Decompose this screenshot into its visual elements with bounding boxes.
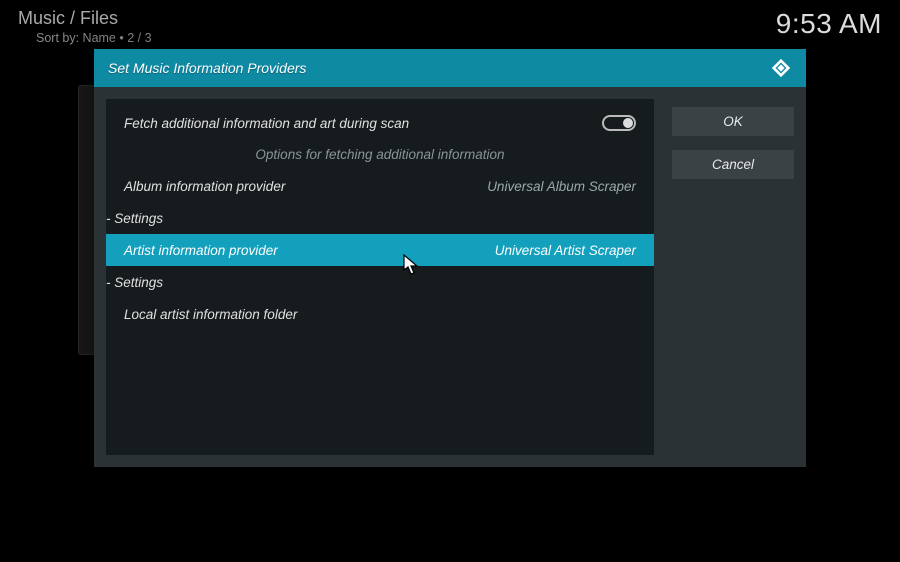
artist-provider-value: Universal Artist Scraper xyxy=(495,243,636,258)
breadcrumb: Music / Files xyxy=(18,8,152,29)
album-settings-row[interactable]: - Settings xyxy=(106,202,654,234)
album-provider-label: Album information provider xyxy=(124,179,285,194)
local-artist-folder-row[interactable]: Local artist information folder xyxy=(106,298,654,330)
ok-button[interactable]: OK xyxy=(672,107,794,136)
local-artist-folder-label: Local artist information folder xyxy=(124,307,297,322)
top-bar: Music / Files Sort by: Name • 2 / 3 9:53… xyxy=(0,0,900,45)
toggle-knob xyxy=(623,118,633,128)
settings-panel: Fetch additional information and art dur… xyxy=(106,99,654,455)
dialog-header: Set Music Information Providers xyxy=(94,49,806,87)
clock: 9:53 AM xyxy=(776,8,882,45)
kodi-logo-icon xyxy=(770,57,792,79)
cancel-button[interactable]: Cancel xyxy=(672,150,794,179)
album-provider-row[interactable]: Album information provider Universal Alb… xyxy=(106,170,654,202)
album-provider-value: Universal Album Scraper xyxy=(487,179,636,194)
fetch-during-scan-label: Fetch additional information and art dur… xyxy=(124,116,409,131)
artist-provider-label: Artist information provider xyxy=(124,243,278,258)
dialog-button-column: OK Cancel xyxy=(672,99,794,455)
fetch-during-scan-row[interactable]: Fetch additional information and art dur… xyxy=(106,99,654,139)
section-label: Options for fetching additional informat… xyxy=(106,139,654,170)
settings-dialog: Set Music Information Providers Fetch ad… xyxy=(94,49,806,467)
sort-line: Sort by: Name • 2 / 3 xyxy=(18,29,152,45)
dialog-title: Set Music Information Providers xyxy=(108,60,306,76)
fetch-toggle[interactable] xyxy=(602,115,636,131)
album-settings-label: - Settings xyxy=(106,211,163,226)
artist-settings-label: - Settings xyxy=(106,275,163,290)
artist-settings-row[interactable]: - Settings xyxy=(106,266,654,298)
artist-provider-row[interactable]: Artist information provider Universal Ar… xyxy=(106,234,654,266)
